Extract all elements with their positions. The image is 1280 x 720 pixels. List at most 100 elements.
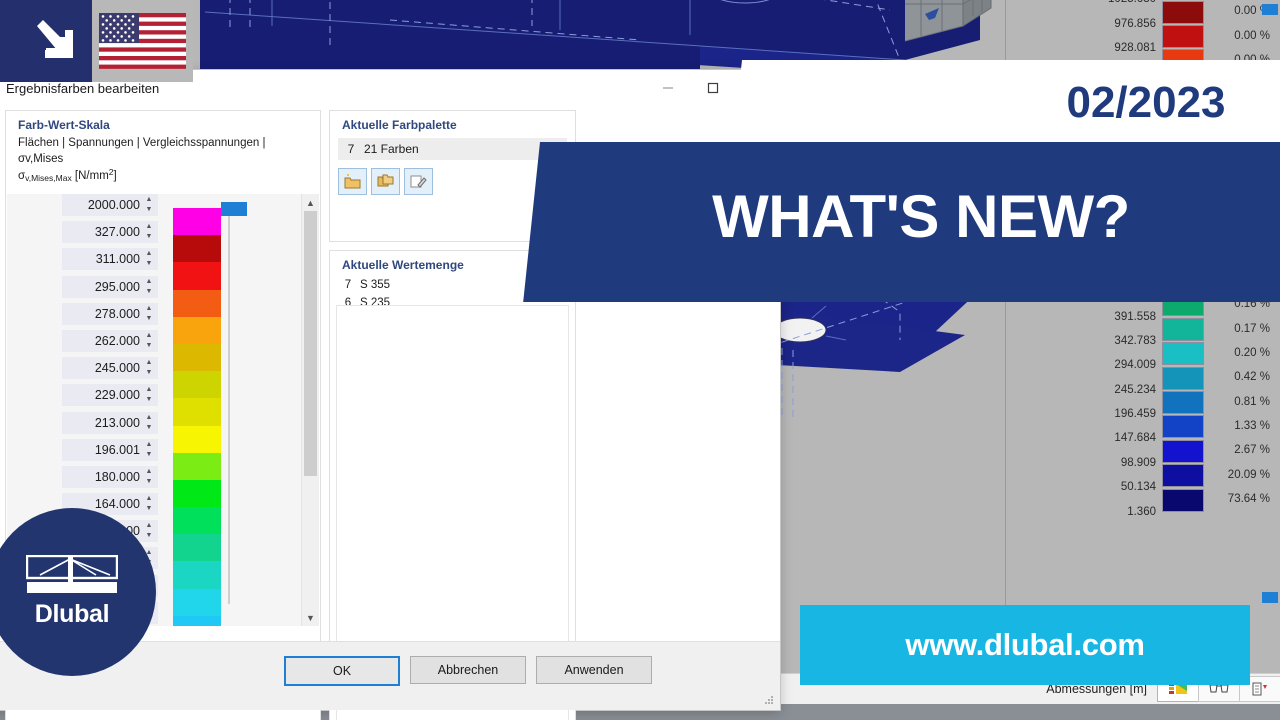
legend-value: 1025.630 <box>1080 0 1162 6</box>
chevron-down-icon[interactable]: ▼ <box>302 609 319 626</box>
spinner-arrows-icon[interactable]: ▲▼ <box>145 468 153 485</box>
scale-color-cell[interactable] <box>173 289 221 317</box>
scale-value-input[interactable]: 229.000 ▲ ▼ <box>62 384 158 407</box>
legend-value: 976.856 <box>1114 17 1156 30</box>
legend-color-swatch <box>1162 0 1204 24</box>
legend-color-swatch <box>1162 390 1204 414</box>
cancel-button[interactable]: Abbrechen <box>410 656 526 684</box>
legend-percentage: 0.00 % <box>1234 29 1270 42</box>
spinner-arrows-icon[interactable]: ▲▼ <box>145 441 153 458</box>
spinner-arrows-icon[interactable]: ▲▼ <box>145 386 153 403</box>
legend-color-swatch <box>1162 342 1204 366</box>
legend-percentage: 2.67 % <box>1234 444 1270 457</box>
legend-scroll-down[interactable] <box>1262 592 1278 603</box>
scale-value-input[interactable]: 262.000 ▲ ▼ <box>62 329 158 352</box>
us-flag-icon <box>92 0 193 82</box>
legend-value: 1.360 <box>1127 505 1156 518</box>
scale-row: 311.000 ▲ ▼ <box>7 248 303 275</box>
scale-value-input[interactable]: 245.000 ▲ ▼ <box>62 357 158 380</box>
scale-row: 213.000 ▲ ▼ <box>7 411 303 439</box>
legend-row: 1.360 <box>1080 506 1280 536</box>
chevron-up-icon[interactable]: ▲ <box>302 194 319 211</box>
screen-root: .ln{stroke:#5a6fc0;stroke-width:1;fill:n… <box>0 0 1280 720</box>
scale-color-cell[interactable] <box>173 479 221 508</box>
legend-percentage: 73.64 % <box>1227 493 1270 506</box>
spinner-arrows-icon[interactable]: ▲▼ <box>145 305 153 322</box>
scale-value-input[interactable]: 278.000 ▲ ▼ <box>62 302 158 325</box>
scale-color-cell[interactable] <box>173 316 221 344</box>
scale-subtitle-line1: Flächen | Spannungen | Vergleichsspannun… <box>18 137 266 165</box>
legend-percentage: 0.81 % <box>1234 395 1270 408</box>
scale-value-input[interactable]: 295.000 ▲ ▼ <box>62 275 158 298</box>
spinner-arrows-icon[interactable]: ▲▼ <box>145 495 153 512</box>
scale-color-cell[interactable] <box>173 534 221 562</box>
scrollbar-thumb[interactable] <box>304 211 317 476</box>
legend-percentage: 20.09 % <box>1227 468 1270 481</box>
spinner-arrows-icon[interactable]: ▲▼ <box>145 359 153 376</box>
copy-palette-icon[interactable] <box>371 168 400 195</box>
legend-value: 98.909 <box>1120 456 1156 469</box>
maximize-icon[interactable] <box>690 70 735 106</box>
legend-color-swatch <box>1162 488 1204 512</box>
legend-color-swatch <box>1162 366 1204 390</box>
scale-color-cell[interactable] <box>173 452 221 480</box>
scale-color-cell[interactable] <box>173 343 221 372</box>
scale-color-cell[interactable] <box>173 588 221 616</box>
legend-percentage: 1.33 % <box>1234 420 1270 433</box>
scale-row: 262.000 ▲ ▼ <box>7 329 303 357</box>
scale-value-input[interactable]: 2000.000 ▲ ▼ <box>62 194 158 216</box>
dialog-title: Ergebnisfarben bearbeiten <box>6 80 160 96</box>
scale-color-cell[interactable] <box>173 615 221 626</box>
legend-scroll-up[interactable] <box>1262 4 1278 15</box>
legend-value: 294.009 <box>1114 359 1156 372</box>
date-badge: 02/2023 <box>1066 78 1226 127</box>
scale-scrollbar[interactable]: ▲ ▼ <box>301 194 319 626</box>
legend-value: 50.134 <box>1120 481 1156 494</box>
scale-color-cell[interactable] <box>173 371 221 399</box>
scale-row: 295.000 ▲ ▼ <box>7 275 303 303</box>
scale-value-input[interactable]: 180.000 ▲ ▼ <box>62 465 158 488</box>
legend-color-swatch <box>1162 439 1204 463</box>
scale-color-cell[interactable] <box>173 425 221 453</box>
spinner-arrows-icon[interactable]: ▲▼ <box>145 278 153 295</box>
current-palette-title: Aktuelle Farbpalette <box>342 118 457 132</box>
values-row-index: 7 <box>344 279 352 291</box>
scale-row: 327.000 ▲ ▼ <box>7 221 303 248</box>
scale-color-cell[interactable] <box>173 262 221 290</box>
ok-button[interactable]: OK <box>284 656 400 686</box>
spinner-arrows-icon[interactable]: ▲▼ <box>145 522 153 539</box>
scale-value-input[interactable]: 311.000 ▲ ▼ <box>62 248 158 271</box>
legend-color-swatch <box>1162 415 1204 439</box>
url-banner[interactable]: www.dlubal.com <box>800 605 1250 685</box>
scale-color-cell[interactable] <box>173 398 221 426</box>
resize-grip[interactable] <box>764 695 774 705</box>
scale-color-cell[interactable] <box>173 561 221 589</box>
headline-banner: WHAT'S NEW? <box>523 142 1280 302</box>
legend-value: 342.783 <box>1114 334 1156 347</box>
legend-value: 196.459 <box>1114 408 1156 421</box>
dlubal-mark-icon <box>26 555 118 593</box>
edit-palette-icon[interactable] <box>404 168 433 195</box>
spinner-arrows-icon[interactable]: ▲▼ <box>145 332 153 349</box>
scale-color-cell[interactable] <box>173 235 221 263</box>
spinner-arrows-icon[interactable]: ▲▼ <box>145 223 153 240</box>
scale-subtitle-line2: σv,Mises,Max [N/mm2] <box>18 167 117 184</box>
legend-value: 147.684 <box>1114 432 1156 445</box>
dlubal-wordmark: Dlubal <box>34 600 110 628</box>
scale-value-input[interactable]: 213.000 ▲ ▼ <box>62 411 158 434</box>
spinner-arrows-icon[interactable]: ▲▼ <box>145 196 153 213</box>
scale-color-cell[interactable] <box>173 507 221 535</box>
current-palette-row[interactable]: 7 21 Farben <box>338 138 567 160</box>
headline-text: WHAT'S NEW? <box>712 183 1130 250</box>
arrow-down-right-icon <box>0 0 104 82</box>
minimize-icon[interactable] <box>645 70 690 106</box>
scale-value-input[interactable]: 327.000 ▲ ▼ <box>62 221 158 244</box>
scale-color-column <box>173 208 221 626</box>
legend-color-swatch <box>1162 25 1204 49</box>
spinner-arrows-icon[interactable]: ▲▼ <box>145 414 153 431</box>
apply-button[interactable]: Anwenden <box>536 656 652 684</box>
scale-value-input[interactable]: 196.001 ▲ ▼ <box>62 438 158 461</box>
new-palette-icon[interactable] <box>338 168 367 195</box>
spinner-arrows-icon[interactable]: ▲▼ <box>145 250 153 267</box>
scale-color-cell[interactable] <box>173 208 221 236</box>
